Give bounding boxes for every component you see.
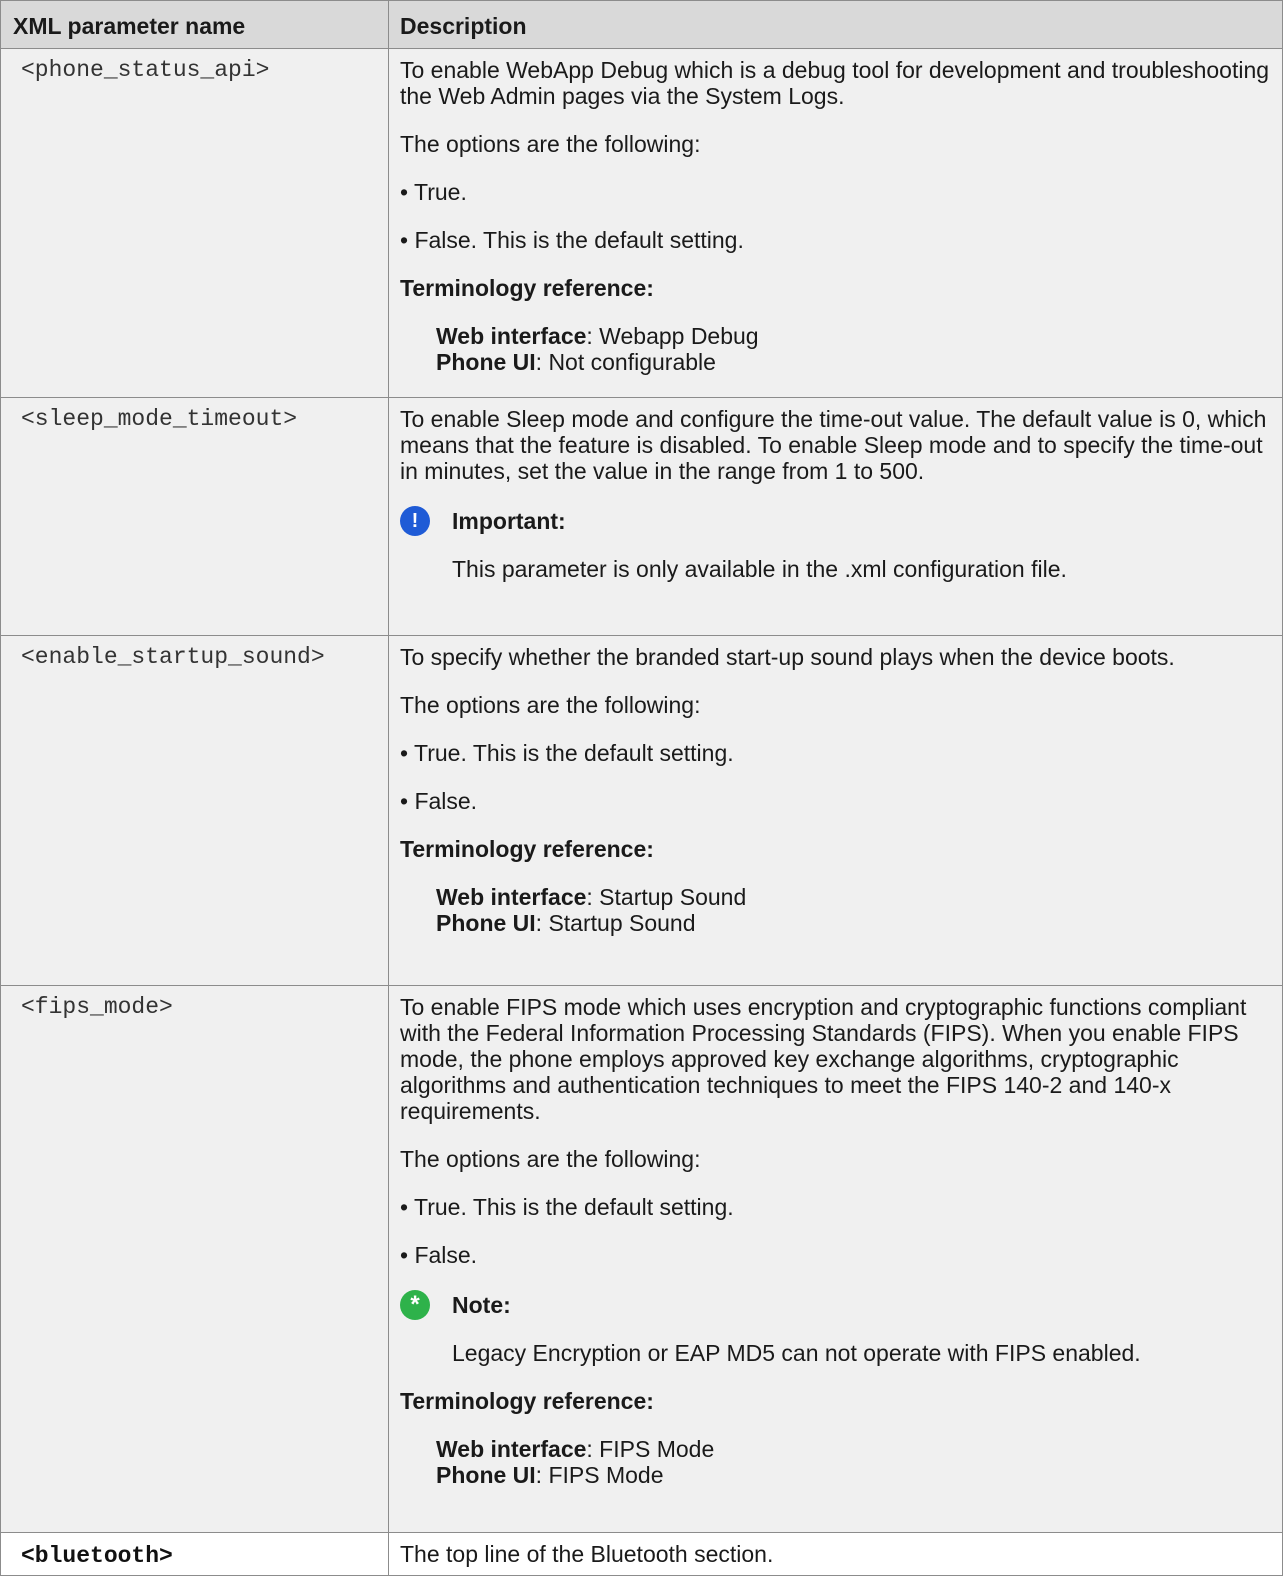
option-item: • False. This is the default setting. (400, 227, 744, 253)
param-description: To specify whether the branded start-up … (388, 635, 1283, 986)
description-text: To enable Sleep mode and configure the t… (400, 406, 1267, 484)
option-item: • False. (400, 788, 478, 814)
term-label: Phone UI (436, 1462, 536, 1488)
terminology-phone: Phone UI: FIPS Mode (400, 1462, 1270, 1488)
term-value: : Startup Sound (586, 884, 747, 910)
description-text: To enable WebApp Debug which is a debug … (400, 57, 1270, 109)
terminology-web: Web interface: Startup Sound (400, 884, 1270, 910)
param-description: To enable WebApp Debug which is a debug … (388, 48, 1283, 398)
options-intro: The options are the following: (400, 131, 701, 157)
param-name: <sleep_mode_timeout> (0, 397, 389, 636)
description-text: To specify whether the branded start-up … (400, 644, 1175, 670)
term-value: : Webapp Debug (586, 323, 759, 349)
option-item: • True. This is the default setting. (400, 740, 734, 766)
term-value: : Startup Sound (535, 910, 696, 936)
callout-text: This parameter is only available in the … (452, 556, 1067, 582)
parameter-table: XML parameter name Description <phone_st… (0, 0, 1283, 1576)
header-row: XML parameter name Description (0, 0, 1283, 49)
table-row: <bluetooth> The top line of the Bluetoot… (0, 1532, 1283, 1576)
term-value: : FIPS Mode (535, 1462, 664, 1488)
exclamation-circle-icon: ! (400, 506, 430, 536)
terminology-web: Web interface: Webapp Debug (400, 323, 1270, 349)
terminology-phone: Phone UI: Not configurable (400, 349, 1270, 375)
table-row: <sleep_mode_timeout> To enable Sleep mod… (0, 397, 1283, 636)
options-intro: The options are the following: (400, 692, 701, 718)
callout-title: Note: (452, 1292, 511, 1318)
header-xml-parameter-name: XML parameter name (0, 0, 389, 49)
term-label: Web interface (436, 1436, 587, 1462)
param-description: To enable Sleep mode and configure the t… (388, 397, 1283, 636)
table-row: <phone_status_api> To enable WebApp Debu… (0, 48, 1283, 398)
terminology-heading: Terminology reference: (400, 1388, 654, 1414)
note-callout-header: * Note: (400, 1290, 1270, 1320)
asterisk-circle-icon: * (400, 1290, 430, 1320)
param-name: <bluetooth> (0, 1532, 389, 1576)
table-row: <enable_startup_sound> To specify whethe… (0, 635, 1283, 986)
term-value: : Not configurable (535, 349, 716, 375)
terminology-heading: Terminology reference: (400, 275, 654, 301)
important-callout-header: ! Important: (400, 506, 1270, 536)
param-description: The top line of the Bluetooth section. (388, 1532, 1283, 1576)
option-item: • True. (400, 179, 467, 205)
table-row: <fips_mode> To enable FIPS mode which us… (0, 985, 1283, 1533)
term-value: : FIPS Mode (586, 1436, 715, 1462)
term-label: Web interface (436, 884, 587, 910)
param-name: <phone_status_api> (0, 48, 389, 398)
option-item: • False. (400, 1242, 478, 1268)
header-description: Description (388, 0, 1283, 49)
term-label: Phone UI (436, 349, 536, 375)
terminology-web: Web interface: FIPS Mode (400, 1436, 1270, 1462)
option-item: • True. This is the default setting. (400, 1194, 734, 1220)
param-name: <enable_startup_sound> (0, 635, 389, 986)
param-name: <fips_mode> (0, 985, 389, 1533)
callout-text: Legacy Encryption or EAP MD5 can not ope… (452, 1340, 1141, 1366)
terminology-heading: Terminology reference: (400, 836, 654, 862)
description-text: To enable FIPS mode which uses encryptio… (400, 994, 1247, 1124)
options-intro: The options are the following: (400, 1146, 701, 1172)
param-description: To enable FIPS mode which uses encryptio… (388, 985, 1283, 1533)
description-text: The top line of the Bluetooth section. (400, 1541, 774, 1567)
term-label: Phone UI (436, 910, 536, 936)
terminology-phone: Phone UI: Startup Sound (400, 910, 1270, 936)
term-label: Web interface (436, 323, 587, 349)
callout-title: Important: (452, 508, 566, 534)
